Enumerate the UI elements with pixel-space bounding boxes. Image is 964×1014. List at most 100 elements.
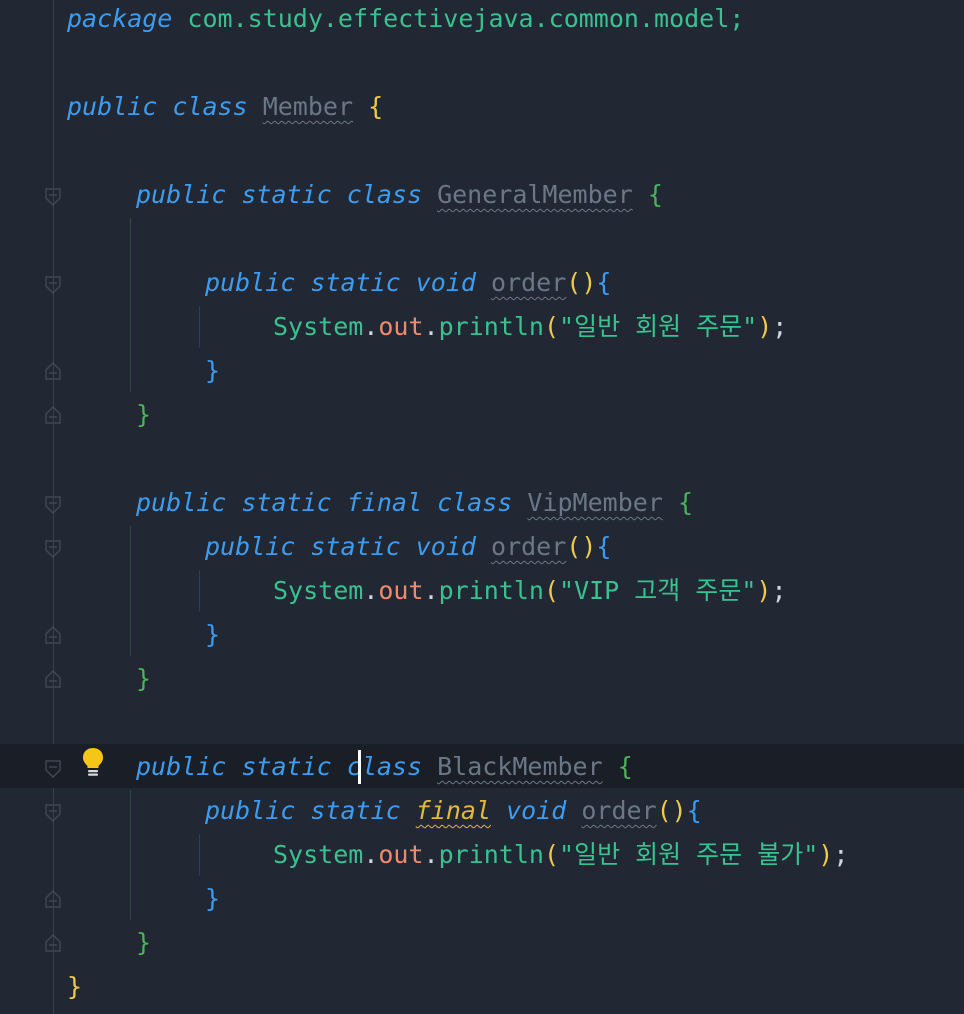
code-line-println[interactable]: System.out.println("VIP 고객 주문"); — [273, 569, 787, 613]
keyword: public — [67, 92, 158, 121]
code-line-class-general[interactable]: public static class GeneralMember { — [136, 173, 663, 217]
method-call: println — [438, 576, 544, 605]
keyword-warning: final — [415, 796, 492, 825]
dot: . — [363, 576, 379, 605]
indent-guide — [199, 306, 200, 348]
brace: { — [617, 752, 633, 781]
package-name: com.study.effectivejava.common.model; — [187, 4, 745, 33]
keyword: stati — [241, 752, 317, 781]
code-line-println[interactable]: System.out.println("일반 회원 주문 불가"); — [273, 833, 848, 877]
fold-open-icon[interactable] — [45, 496, 61, 514]
keyword: class — [346, 180, 423, 209]
paren: ) — [757, 312, 773, 341]
keyword: void — [506, 796, 567, 825]
code-line-class-vip[interactable]: public static final class VipMember { — [136, 481, 693, 525]
static-field: out — [378, 840, 424, 869]
paren: () — [656, 796, 687, 825]
indent-guide — [199, 570, 200, 612]
code-line-method-order[interactable]: public static void order(){ — [205, 525, 611, 569]
code-line-brace[interactable]: } — [205, 877, 220, 921]
keyword: class — [172, 92, 248, 121]
semicolon: ; — [772, 312, 788, 341]
paren: () — [566, 532, 597, 561]
keyword: final — [346, 488, 423, 517]
keyword: public — [136, 752, 227, 781]
brace: } — [136, 928, 152, 957]
fold-close-icon[interactable] — [45, 626, 61, 644]
fold-open-icon[interactable] — [45, 276, 61, 294]
fold-close-icon[interactable] — [45, 362, 61, 380]
keyword: static — [310, 532, 401, 561]
paren: ) — [818, 840, 834, 869]
brace: { — [686, 796, 702, 825]
class-ref: System — [273, 312, 364, 341]
fold-open-icon[interactable] — [45, 540, 61, 558]
dot: . — [423, 312, 439, 341]
string-literal: "일반 회원 주문 불가" — [559, 840, 819, 869]
dot: . — [363, 312, 379, 341]
method-name: order — [581, 796, 657, 825]
brace: } — [205, 884, 221, 913]
keyword: c — [316, 752, 332, 781]
fold-open-icon[interactable] — [45, 760, 61, 778]
method-name: order — [491, 532, 567, 561]
code-line-brace[interactable]: } — [136, 921, 151, 965]
fold-close-icon[interactable] — [45, 890, 61, 908]
dot: . — [423, 840, 439, 869]
static-field: out — [378, 312, 424, 341]
paren: ( — [543, 576, 560, 605]
code-line-brace[interactable]: } — [67, 965, 82, 1009]
paren: ) — [756, 576, 772, 605]
keyword: static — [310, 796, 401, 825]
paren: ( — [543, 840, 560, 869]
class-name: BlackMember — [437, 752, 603, 781]
fold-open-icon[interactable] — [45, 188, 61, 206]
indent-guide — [130, 790, 131, 920]
keyword: void — [415, 268, 476, 297]
brace: } — [205, 620, 221, 649]
dot: . — [363, 840, 379, 869]
semicolon: ; — [833, 840, 849, 869]
keyword: static — [310, 268, 401, 297]
code-line-brace[interactable]: } — [205, 613, 220, 657]
string-literal: "VIP 고객 주문" — [559, 576, 757, 605]
keyword: void — [415, 532, 476, 561]
keyword: class — [437, 488, 513, 517]
code-line-method-order[interactable]: public static final void order(){ — [205, 789, 702, 833]
text-caret — [358, 750, 361, 784]
keyword: public — [205, 268, 296, 297]
code-editor[interactable]: package com.study.effectivejava.common.m… — [0, 0, 964, 1014]
keyword: public — [205, 796, 296, 825]
class-name: Member — [262, 92, 354, 121]
string-literal: "일반 회원 주문" — [559, 312, 758, 341]
static-field: out — [378, 576, 424, 605]
fold-close-icon[interactable] — [45, 934, 61, 952]
fold-open-icon[interactable] — [45, 804, 61, 822]
code-line-brace[interactable]: } — [136, 657, 151, 701]
lightbulb-icon[interactable] — [80, 746, 106, 778]
code-line-package[interactable]: package com.study.effectivejava.common.m… — [67, 0, 744, 41]
brace: { — [647, 180, 663, 209]
code-line-class-member[interactable]: public class Member { — [67, 85, 383, 129]
fold-close-icon[interactable] — [45, 406, 61, 424]
class-name: GeneralMember — [437, 180, 633, 209]
indent-guide — [199, 834, 200, 876]
semicolon: ; — [771, 576, 787, 605]
keyword: public — [136, 180, 227, 209]
code-line-method-order[interactable]: public static void order(){ — [205, 261, 611, 305]
indent-guide — [130, 526, 131, 656]
fold-close-icon[interactable] — [45, 670, 61, 688]
code-line-brace[interactable]: } — [136, 393, 151, 437]
class-ref: System — [273, 576, 364, 605]
keyword: static — [241, 180, 332, 209]
indent-guide — [130, 218, 131, 392]
dot: . — [423, 576, 439, 605]
brace: { — [596, 268, 612, 297]
code-line-println[interactable]: System.out.println("일반 회원 주문"); — [273, 305, 787, 349]
brace: { — [368, 92, 384, 121]
code-line-brace[interactable]: } — [205, 349, 220, 393]
code-line-class-black[interactable]: public static class BlackMember { — [136, 745, 633, 789]
keyword: static — [241, 488, 332, 517]
brace: } — [136, 664, 152, 693]
brace: } — [67, 972, 83, 1001]
